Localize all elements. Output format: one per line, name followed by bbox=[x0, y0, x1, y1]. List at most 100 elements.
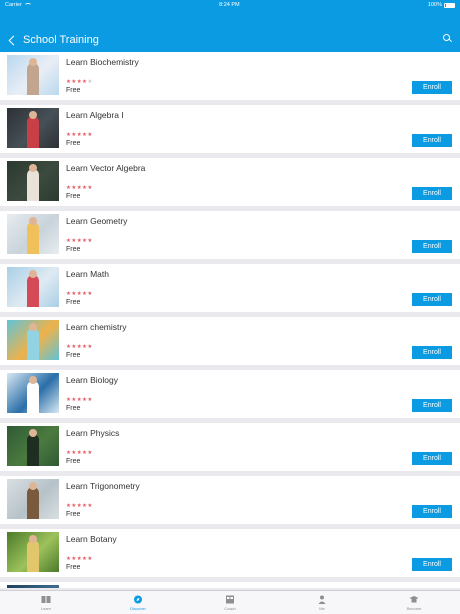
algebra-photo bbox=[7, 108, 59, 148]
course-row[interactable]: Learn Physics ★★★★★ Free Enroll bbox=[0, 423, 460, 471]
star-icon: ★ bbox=[87, 397, 93, 403]
book-icon bbox=[41, 595, 51, 604]
course-title: Learn Math bbox=[66, 269, 109, 279]
course-row[interactable]: Learn Geometry ★★★★★ Free Enroll bbox=[0, 211, 460, 259]
course-title: Learn Geometry bbox=[66, 216, 128, 226]
star-icon: ★ bbox=[87, 344, 93, 350]
star-icon: ★ bbox=[87, 185, 93, 191]
course-list[interactable]: Learn Biochemistry ★★★★★ Free Enroll Learn A… bbox=[0, 52, 460, 588]
tab-coach[interactable]: Coach bbox=[184, 591, 276, 614]
status-bar: Carrier 8:24 PM 100% bbox=[0, 0, 460, 10]
search-icon[interactable] bbox=[443, 34, 450, 41]
tab-label: Me bbox=[319, 605, 325, 611]
enroll-button[interactable]: Enroll bbox=[412, 346, 452, 359]
wifi-icon bbox=[24, 3, 31, 7]
tab-label: Learn bbox=[40, 605, 52, 611]
star-icon: ★ bbox=[87, 556, 93, 562]
course-price: Free bbox=[66, 405, 81, 412]
navigation-bar: School Training bbox=[0, 28, 460, 52]
course-row[interactable]: Learn Algebra I ★★★★★ Free Enroll bbox=[0, 105, 460, 153]
enroll-button[interactable]: Enroll bbox=[412, 240, 452, 253]
course-row[interactable]: Learn Biology ★★★★★ Free Enroll bbox=[0, 370, 460, 418]
star-icon: ★ bbox=[87, 291, 93, 297]
star-rating: ★★★★★ bbox=[66, 291, 93, 297]
clock: 8:24 PM bbox=[219, 2, 240, 8]
page-title: School Training bbox=[23, 34, 99, 46]
enroll-button[interactable]: Enroll bbox=[412, 452, 452, 465]
course-row[interactable]: Learn Vector Algebra ★★★★★ Free Enroll bbox=[0, 158, 460, 206]
course-price: Free bbox=[66, 246, 81, 253]
star-icon: ★ bbox=[87, 450, 93, 456]
enroll-button[interactable]: Enroll bbox=[412, 293, 452, 306]
tab-label: Coach bbox=[224, 605, 236, 611]
star-icon: ★ bbox=[87, 79, 93, 85]
enroll-button[interactable]: Enroll bbox=[412, 81, 452, 94]
enroll-button[interactable]: Enroll bbox=[412, 134, 452, 147]
enroll-button[interactable]: Enroll bbox=[412, 558, 452, 571]
tab-label: Discover bbox=[130, 605, 146, 611]
person-icon bbox=[317, 595, 327, 604]
course-title: Learn Physics bbox=[66, 428, 120, 438]
course-row[interactable]: Learn Microbiology★★★★★FreeEnroll bbox=[0, 582, 460, 588]
tab-me[interactable]: Me bbox=[276, 591, 368, 614]
course-price: Free bbox=[66, 564, 81, 571]
course-price: Free bbox=[66, 458, 81, 465]
star-rating: ★★★★★ bbox=[66, 344, 93, 350]
star-icon: ★ bbox=[87, 238, 93, 244]
carrier-label: Carrier bbox=[5, 2, 22, 8]
biology-photo bbox=[7, 373, 59, 413]
course-title: Learn Biology bbox=[66, 375, 118, 385]
tab-discover[interactable]: Discover bbox=[92, 591, 184, 614]
course-row[interactable]: Learn Biochemistry ★★★★★ Free Enroll bbox=[0, 52, 460, 100]
back-icon[interactable] bbox=[8, 35, 19, 45]
course-row[interactable]: Learn Math ★★★★★ Free Enroll bbox=[0, 264, 460, 312]
microbiology-photo bbox=[7, 585, 59, 588]
tab-bar: Learn Discover Coach Me Become bbox=[0, 590, 460, 614]
trigonometry-photo bbox=[7, 479, 59, 519]
star-rating: ★★★★★ bbox=[66, 238, 93, 244]
biochemistry-photo bbox=[7, 55, 59, 95]
star-rating: ★★★★★ bbox=[66, 503, 93, 509]
course-price: Free bbox=[66, 193, 81, 200]
enroll-button[interactable]: Enroll bbox=[412, 399, 452, 412]
enroll-button[interactable]: Enroll bbox=[412, 505, 452, 518]
star-rating: ★★★★★ bbox=[66, 132, 93, 138]
star-icon: ★ bbox=[87, 503, 93, 509]
star-rating: ★★★★★ bbox=[66, 397, 93, 403]
chemistry-photo bbox=[7, 320, 59, 360]
header: Carrier 8:24 PM 100% School Training bbox=[0, 0, 460, 52]
compass-icon bbox=[133, 595, 143, 604]
tab-label: Become bbox=[406, 605, 422, 611]
star-rating: ★★★★★ bbox=[66, 79, 93, 85]
vector-algebra-photo bbox=[7, 161, 59, 201]
course-title: Learn Microbiology bbox=[66, 587, 138, 588]
course-title: Learn Botany bbox=[66, 534, 117, 544]
battery-percent: 100% bbox=[427, 2, 442, 8]
geometry-photo bbox=[7, 214, 59, 254]
star-icon: ★ bbox=[87, 132, 93, 138]
math-photo bbox=[7, 267, 59, 307]
star-rating: ★★★★★ bbox=[66, 556, 93, 562]
botany-photo bbox=[7, 532, 59, 572]
physics-photo bbox=[7, 426, 59, 466]
course-title: Learn Biochemistry bbox=[66, 57, 139, 67]
tab-learn[interactable]: Learn bbox=[0, 591, 92, 614]
course-title: Learn Algebra I bbox=[66, 110, 124, 120]
course-title: Learn chemistry bbox=[66, 322, 127, 332]
course-title: Learn Vector Algebra bbox=[66, 163, 146, 173]
course-price: Free bbox=[66, 140, 81, 147]
board-icon bbox=[225, 595, 235, 604]
course-row[interactable]: Learn Botany ★★★★★ Free Enroll bbox=[0, 529, 460, 577]
star-rating: ★★★★★ bbox=[66, 185, 93, 191]
star-rating: ★★★★★ bbox=[66, 450, 93, 456]
graduation-cap-icon bbox=[409, 595, 419, 604]
course-price: Free bbox=[66, 87, 81, 94]
battery-icon bbox=[444, 2, 455, 8]
course-price: Free bbox=[66, 352, 81, 359]
enroll-button[interactable]: Enroll bbox=[412, 187, 452, 200]
tab-become[interactable]: Become bbox=[368, 591, 460, 614]
course-row[interactable]: Learn Trigonometry ★★★★★ Free Enroll bbox=[0, 476, 460, 524]
course-price: Free bbox=[66, 299, 81, 306]
course-price: Free bbox=[66, 511, 81, 518]
course-row[interactable]: Learn chemistry ★★★★★ Free Enroll bbox=[0, 317, 460, 365]
